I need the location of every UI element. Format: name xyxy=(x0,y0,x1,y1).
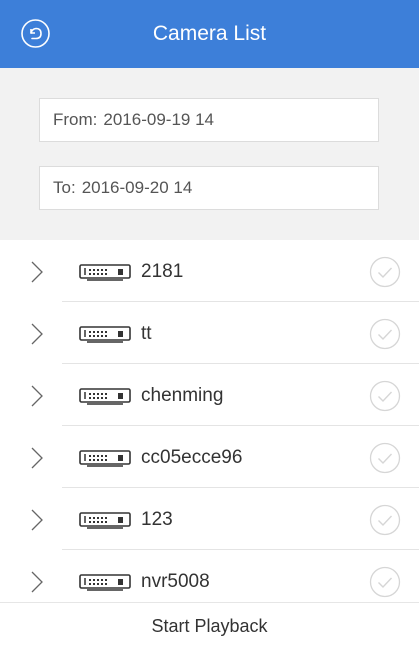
chevron-right-icon[interactable] xyxy=(30,446,44,470)
camera-row[interactable]: 123 xyxy=(0,488,419,550)
start-playback-label: Start Playback xyxy=(151,615,268,636)
camera-name: tt xyxy=(141,323,152,344)
nvr-device-icon xyxy=(79,512,131,529)
check-circle-icon[interactable] xyxy=(369,318,401,350)
check-circle-icon[interactable] xyxy=(369,566,401,598)
camera-row[interactable]: chenming xyxy=(0,364,419,426)
to-label: To: xyxy=(53,178,76,197)
camera-row[interactable]: tt xyxy=(0,302,419,364)
camera-name: 123 xyxy=(141,509,173,530)
nvr-device-icon xyxy=(79,574,131,591)
check-circle-icon[interactable] xyxy=(369,504,401,536)
from-label: From: xyxy=(53,110,98,129)
nvr-device-icon xyxy=(79,326,131,343)
camera-row[interactable]: nvr5008 xyxy=(0,550,419,602)
chevron-right-icon[interactable] xyxy=(30,570,44,594)
nvr-device-icon xyxy=(79,264,131,281)
start-playback-button[interactable]: Start Playback xyxy=(0,602,419,649)
camera-row[interactable]: 2181 xyxy=(0,240,419,302)
from-date-value: 2016-09-19 14 xyxy=(103,110,214,129)
chevron-right-icon[interactable] xyxy=(30,260,44,284)
check-circle-icon[interactable] xyxy=(369,442,401,474)
camera-name: cc05ecce96 xyxy=(141,447,243,468)
camera-name: 2181 xyxy=(141,261,184,282)
app-header: Camera List xyxy=(0,0,419,68)
nvr-device-icon xyxy=(79,450,131,467)
camera-name: nvr5008 xyxy=(141,571,210,592)
back-arrow-circle-icon xyxy=(21,19,50,48)
check-circle-icon[interactable] xyxy=(369,380,401,412)
camera-name: chenming xyxy=(141,385,224,406)
camera-row[interactable]: cc05ecce96 xyxy=(0,426,419,488)
nvr-device-icon xyxy=(79,388,131,405)
date-filter-panel: From: 2016-09-19 14 To: 2016-09-20 14 xyxy=(0,68,419,240)
chevron-right-icon[interactable] xyxy=(30,508,44,532)
chevron-right-icon[interactable] xyxy=(30,384,44,408)
to-date-value: 2016-09-20 14 xyxy=(81,178,193,197)
camera-list: 2181 tt chenming cc05ecce96 123 nvr5008 xyxy=(0,240,419,602)
check-circle-icon[interactable] xyxy=(369,256,401,288)
page-title: Camera List xyxy=(152,22,267,45)
chevron-right-icon[interactable] xyxy=(30,322,44,346)
to-date-field[interactable]: To: 2016-09-20 14 xyxy=(39,166,379,210)
back-button[interactable] xyxy=(20,18,51,49)
from-date-field[interactable]: From: 2016-09-19 14 xyxy=(39,98,379,142)
